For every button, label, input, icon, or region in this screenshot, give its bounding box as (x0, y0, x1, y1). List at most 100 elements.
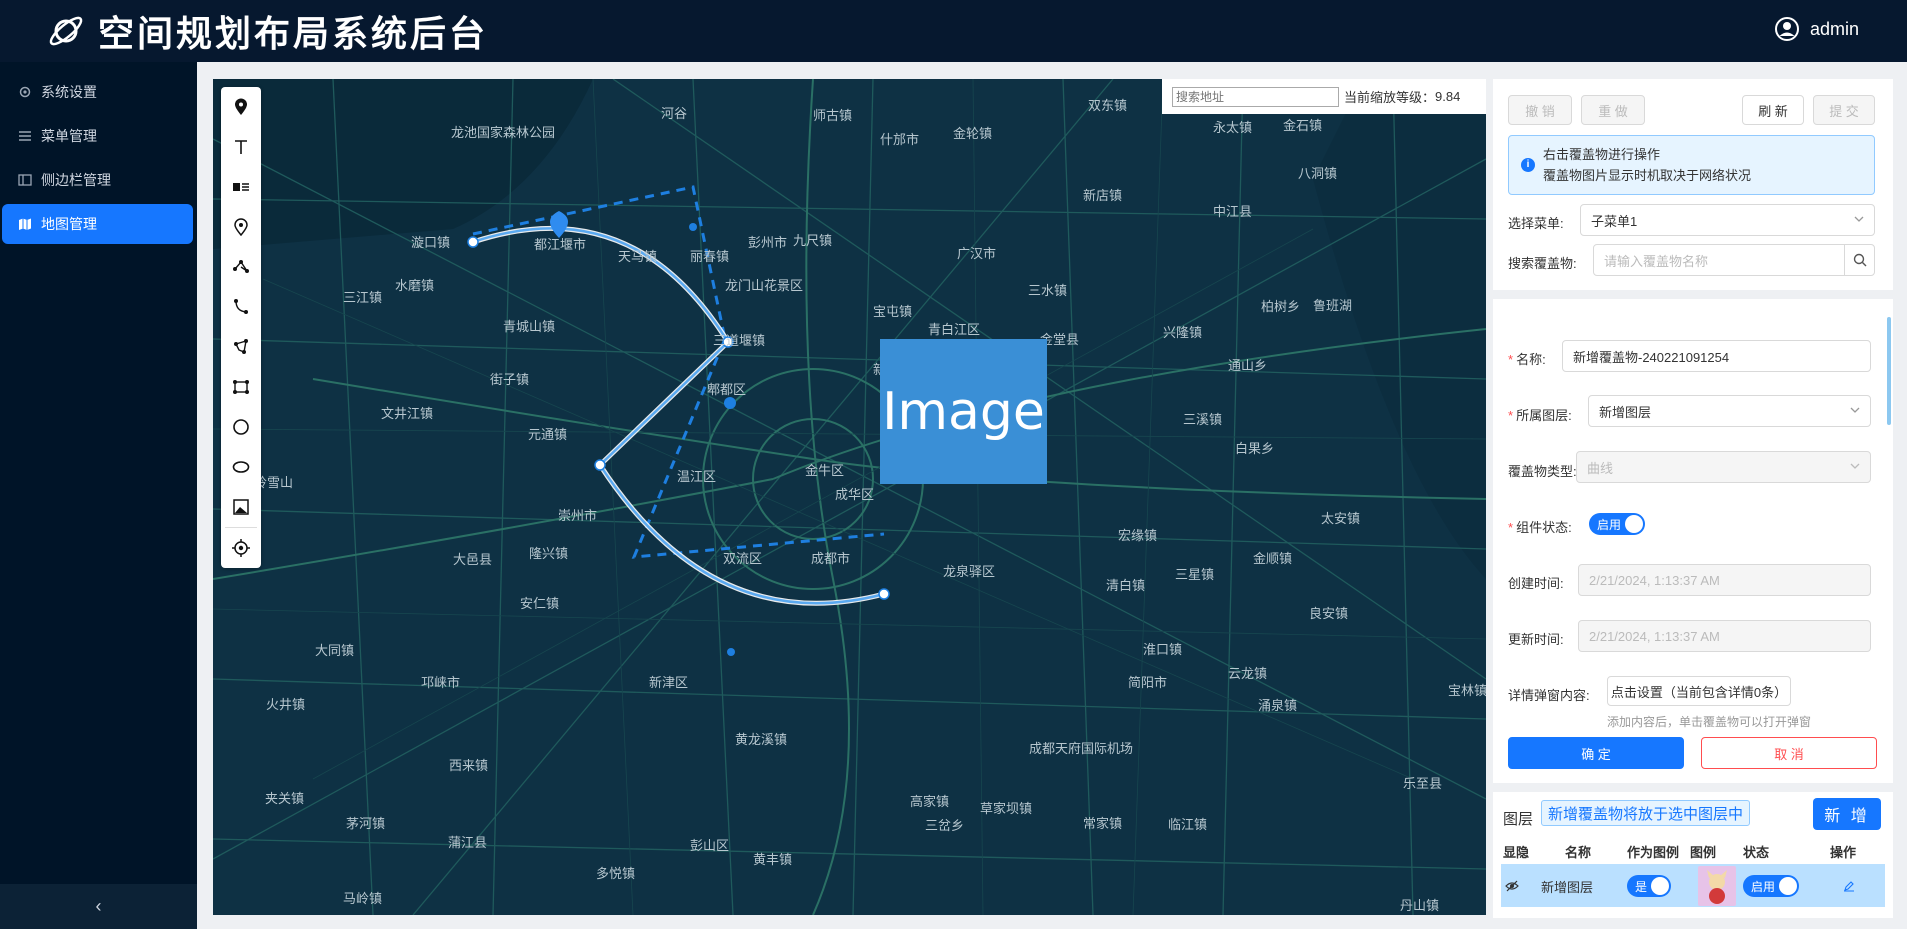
detail-popup-label: 详情弹窗内容: (1508, 688, 1590, 703)
user-menu[interactable]: admin (1774, 16, 1859, 42)
ellipse-tool-button[interactable] (221, 447, 261, 487)
marker-tool-button[interactable] (221, 87, 261, 127)
table-row[interactable]: 新增图层 是 启用 (1501, 864, 1885, 907)
map-place-label: 成都天府国际机场 (1029, 741, 1134, 756)
sidebar-icon (18, 174, 32, 186)
map-place-label: 成华区 (835, 487, 875, 502)
sidebar-collapse-button[interactable]: ‹ (0, 884, 197, 929)
map-place-label: 彭州市 (748, 235, 788, 250)
map-place-label: 乐至县 (1403, 776, 1443, 791)
polygon-tool-button[interactable] (221, 327, 261, 367)
map-place-label: 黄丰镇 (753, 852, 793, 867)
menu-icon (19, 131, 31, 141)
label-card-icon (233, 183, 249, 191)
layer-status-toggle[interactable]: 启用 (1743, 875, 1799, 897)
sidebar-item-system-settings[interactable]: 系统设置 (0, 72, 197, 112)
as-legend-toggle[interactable]: 是 (1627, 875, 1671, 897)
toggle-knob (1779, 877, 1797, 895)
sidebar-item-menu-management[interactable]: 菜单管理 (0, 116, 197, 156)
map-place-label: 邛崃市 (421, 675, 461, 690)
layer-panel-title: 图层 (1503, 811, 1534, 828)
map-place-label: 大邑县 (453, 552, 493, 567)
redo-button[interactable]: 重 做 (1581, 95, 1645, 125)
sidebar-item-label: 侧边栏管理 (41, 172, 111, 188)
map-place-label: 元通镇 (528, 427, 568, 442)
layer-status-toggle-label: 启用 (1751, 879, 1776, 894)
cancel-button[interactable]: 取 消 (1701, 737, 1877, 769)
draw-toolbar (221, 87, 261, 568)
confirm-button[interactable]: 确 定 (1508, 737, 1684, 769)
alert-line-2: 覆盖物图片显示时机取决于网络状况 (1543, 168, 1752, 183)
map-place-label: 金石镇 (1283, 118, 1323, 133)
col-header-visibility: 显隐 (1503, 845, 1530, 860)
chevron-down-icon (1850, 407, 1860, 413)
ellipse-icon (232, 461, 250, 473)
map-place-label: 水磨镇 (395, 278, 435, 293)
gear-icon (19, 86, 31, 98)
col-header-as-legend: 作为图例 (1627, 845, 1680, 860)
map-place-label: 成都市 (811, 551, 851, 566)
map-place-label: 崇州市 (558, 508, 598, 523)
menu-select[interactable]: 子菜单1 (1580, 204, 1875, 236)
sidebar-item-sidebar-management[interactable]: 侧边栏管理 (0, 160, 197, 200)
map-place-label: 临江镇 (1168, 817, 1208, 832)
col-header-legend: 图例 (1690, 845, 1717, 860)
rectangle-icon (233, 380, 249, 394)
overlay-search-button[interactable] (1844, 245, 1874, 275)
status-toggle[interactable]: 启用 (1589, 513, 1645, 535)
map-place-label: 双东镇 (1088, 98, 1128, 113)
edit-icon[interactable] (1843, 880, 1855, 892)
top-header: 空间规划布局系统后台 admin (0, 0, 1907, 62)
layer-select-value: 新增图层 (1599, 404, 1652, 420)
curve-tool-button[interactable] (221, 287, 261, 327)
detail-hint: 添加内容后，单击覆盖物可以打开弹窗 (1607, 715, 1812, 729)
layer-select[interactable]: 新增图层 (1588, 395, 1871, 427)
map-canvas[interactable]: 龙池国家森林公园 河谷 师古镇 双东镇 永太镇 金石镇 什邡市 金轮镇 新店镇 … (213, 79, 1486, 915)
map-place-label: 高家镇 (910, 794, 950, 809)
image-tool-button[interactable] (221, 487, 261, 527)
name-label: * 名称: (1508, 352, 1546, 367)
map-place-label: 良安镇 (1309, 606, 1349, 621)
map-place-label: 清白镇 (1106, 578, 1146, 593)
legend-thumbnail (1698, 866, 1736, 906)
alert-line-1: 右击覆盖物进行操作 (1543, 147, 1661, 162)
map-place-label: 青城山镇 (503, 319, 556, 334)
overlay-search-placeholder: 请输入覆盖物名称 (1604, 253, 1709, 269)
locate-tool-button[interactable] (221, 528, 261, 568)
point-tool-button[interactable] (221, 207, 261, 247)
eye-hidden-icon[interactable] (1505, 879, 1519, 893)
rectangle-tool-button[interactable] (221, 367, 261, 407)
polyline-tool-button[interactable] (221, 247, 261, 287)
map-place-label: 丽春镇 (690, 249, 730, 264)
map-place-label: 宝林镇 (1448, 683, 1486, 698)
updated-time-label: 更新时间: (1508, 632, 1564, 647)
type-select[interactable]: 曲线 (1576, 451, 1871, 483)
form-scrollbar[interactable] (1887, 317, 1891, 425)
map-place-label: 常家镇 (1083, 816, 1123, 831)
label-tool-button[interactable] (221, 167, 261, 207)
map-place-label: 黄龙溪镇 (735, 732, 788, 747)
updated-time-value: 2/21/2024, 1:13:37 AM (1589, 628, 1720, 644)
map-place-label: 西来镇 (449, 758, 489, 773)
address-search-input[interactable] (1172, 86, 1339, 107)
map-place-label: 龙池国家森林公园 (451, 125, 556, 140)
map-place-label: 安仁镇 (520, 596, 560, 611)
map-place-label: 三水镇 (1028, 283, 1068, 298)
sidebar-item-label: 菜单管理 (41, 128, 97, 144)
name-input[interactable]: 新增覆盖物-240221091254 (1562, 340, 1871, 372)
image-overlay[interactable]: Image (880, 339, 1047, 484)
overlay-search-input[interactable]: 请输入覆盖物名称 (1593, 244, 1875, 276)
circle-tool-button[interactable] (221, 407, 261, 447)
refresh-button[interactable]: 刷 新 (1742, 95, 1804, 125)
created-time-value: 2/21/2024, 1:13:37 AM (1589, 572, 1720, 588)
text-tool-button[interactable] (221, 127, 261, 167)
submit-button[interactable]: 提 交 (1813, 95, 1875, 125)
undo-button[interactable]: 撤 销 (1508, 95, 1572, 125)
detail-settings-button[interactable]: 点击设置（当前包含详情0条） (1607, 676, 1791, 706)
sidebar-item-map-management[interactable]: 地图管理 (2, 204, 193, 244)
map-place-label: 涌泉镇 (1258, 698, 1298, 713)
map-place-label: 多悦镇 (596, 866, 636, 881)
add-layer-button[interactable]: 新 增 (1813, 798, 1881, 830)
planet-logo-icon (44, 9, 88, 53)
map-place-label: 草家坝镇 (980, 801, 1033, 816)
